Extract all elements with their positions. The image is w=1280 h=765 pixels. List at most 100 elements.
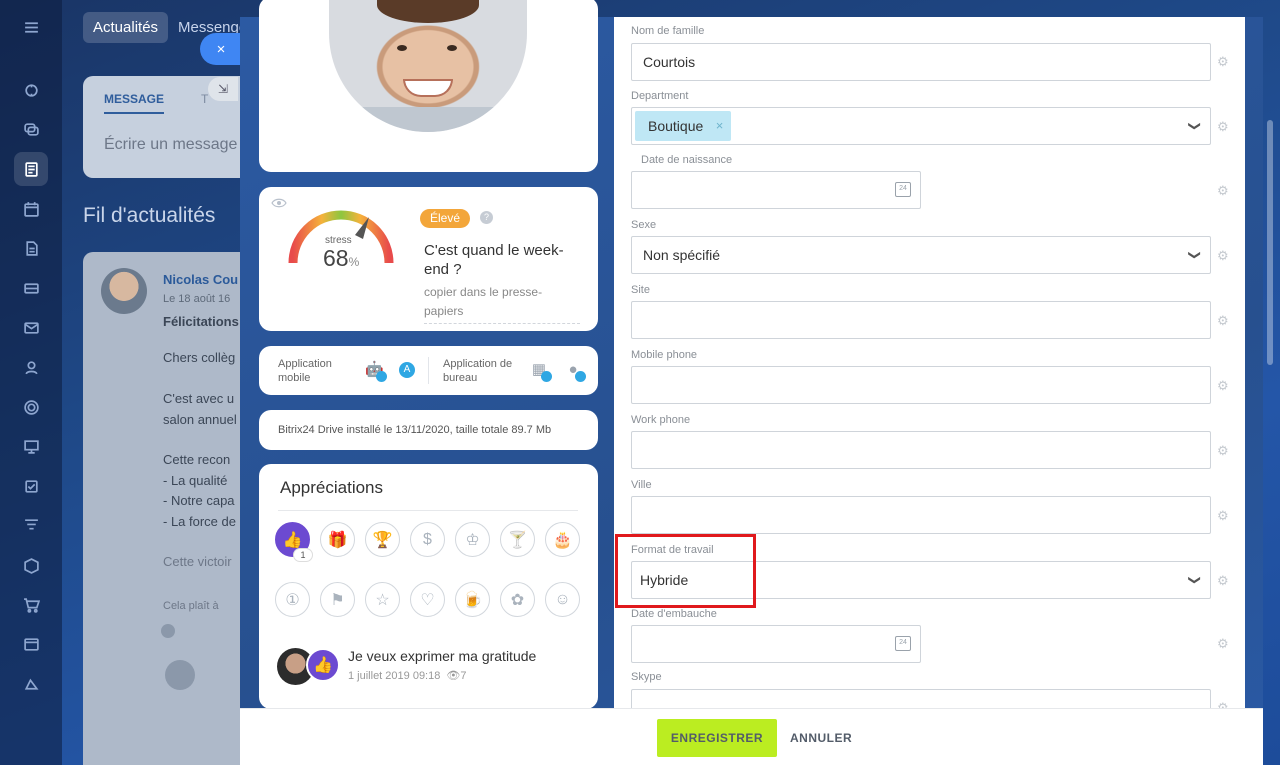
last-name-input[interactable]: Courtois <box>631 43 1211 81</box>
post-date: Le 18 août 16 <box>163 293 231 305</box>
flower-icon[interactable]: ✿ <box>500 582 535 617</box>
post-line: Cette recon <box>163 452 231 467</box>
scrollbar[interactable] <box>1267 120 1273 365</box>
field-label-site: Site <box>631 284 650 296</box>
download-badge-icon <box>575 371 586 382</box>
comment-avatar <box>165 660 195 690</box>
feed-icon[interactable] <box>14 152 48 186</box>
calendar-icon[interactable]: 24 <box>895 636 911 651</box>
cancel-button[interactable]: ANNULER <box>790 719 852 757</box>
box-icon[interactable] <box>14 548 48 582</box>
gender-select[interactable]: Non spécifié ❯ <box>631 236 1211 274</box>
post-headline: Félicitations <box>163 314 239 329</box>
gear-icon[interactable]: ⚙ <box>1217 701 1231 709</box>
field-label-gender: Sexe <box>631 219 657 231</box>
post-author[interactable]: Nicolas Cou <box>163 272 238 287</box>
field-label-city: Ville <box>631 479 652 491</box>
apps-card: Application mobile 🤖 A Application de bu… <box>259 346 598 395</box>
activity-icon[interactable] <box>14 73 48 107</box>
work-phone-input[interactable] <box>631 431 1211 469</box>
target-icon[interactable] <box>14 390 48 424</box>
cake-icon[interactable]: 🎂 <box>545 522 580 557</box>
gear-icon[interactable]: ⚙ <box>1217 314 1231 328</box>
left-navigation <box>0 0 62 765</box>
presentation-icon[interactable] <box>14 429 48 463</box>
desktop-app-label[interactable]: Application de bureau <box>443 357 523 385</box>
appstore-icon[interactable]: A <box>399 362 415 378</box>
feed-title: Fil d'actualités <box>83 204 216 227</box>
settings-icon[interactable] <box>14 667 48 701</box>
website-icon[interactable] <box>14 627 48 661</box>
smile-icon[interactable]: ☺ <box>545 582 580 617</box>
gear-icon[interactable]: ⚙ <box>1217 184 1231 198</box>
author-avatar[interactable] <box>101 268 147 314</box>
mobile-app-label[interactable]: Application mobile <box>278 357 358 385</box>
post-line: Chers collèg <box>163 350 236 365</box>
post-line: Cette victoir <box>163 554 232 569</box>
beer-icon[interactable]: 🍺 <box>455 582 490 617</box>
chevron-down-icon: ❯ <box>1187 120 1202 132</box>
department-tag[interactable]: Boutique × <box>635 111 732 141</box>
flag-icon[interactable]: ⚑ <box>320 582 355 617</box>
star-icon[interactable]: ☆ <box>365 582 400 617</box>
copy-to-clipboard-link[interactable]: copier dans le presse-papiers <box>424 283 580 324</box>
gear-icon[interactable]: ⚙ <box>1217 55 1231 69</box>
feed-post: Nicolas Cou Le 18 août 16 Félicitations … <box>83 252 263 765</box>
gift-icon[interactable]: 🎁 <box>320 522 355 557</box>
help-icon[interactable]: ? <box>480 211 493 224</box>
document-icon[interactable] <box>14 231 48 265</box>
form-footer: ENREGISTRER ANNULER <box>240 708 1263 765</box>
department-select[interactable]: Boutique × ❯ <box>631 107 1211 145</box>
profile-edit-slider: stress 68% Élevé ? C'est quand le week-e… <box>240 0 1263 765</box>
cocktail-icon[interactable]: 🍸 <box>500 522 535 557</box>
money-bag-icon[interactable]: $ <box>410 522 445 557</box>
gear-icon[interactable]: ⚙ <box>1217 120 1231 134</box>
highlight-box <box>615 534 756 608</box>
composer-tab-other[interactable]: T <box>201 92 208 106</box>
hire-date-input[interactable] <box>631 625 921 663</box>
mail-icon[interactable] <box>14 310 48 344</box>
close-icon: × <box>216 40 226 58</box>
gear-icon[interactable]: ⚙ <box>1217 444 1231 458</box>
skype-input[interactable] <box>631 689 1211 708</box>
birthdate-input[interactable] <box>631 171 921 209</box>
divider <box>428 357 429 384</box>
calendar-icon[interactable]: 24 <box>895 182 911 197</box>
gear-icon[interactable]: ⚙ <box>1217 249 1231 263</box>
post-likes[interactable]: Cela plaît à <box>163 600 219 612</box>
crown-icon[interactable]: ♔ <box>455 522 490 557</box>
post-line: salon annuel <box>163 412 237 427</box>
heart-icon[interactable]: ♡ <box>410 582 445 617</box>
appreciation-text[interactable]: Je veux exprimer ma gratitude <box>348 648 536 664</box>
contacts-icon[interactable] <box>14 350 48 384</box>
field-label-hire-date: Date d'embauche <box>631 608 717 620</box>
appreciations-title: Appréciations <box>280 478 384 497</box>
cart-icon[interactable] <box>14 588 48 622</box>
site-input[interactable] <box>631 301 1211 339</box>
appreciation-date: 1 juillet 2019 09:18 👁7 <box>348 670 467 682</box>
profile-photo[interactable] <box>329 0 527 132</box>
city-input[interactable] <box>631 496 1211 534</box>
gear-icon[interactable]: ⚙ <box>1217 637 1231 651</box>
remove-tag-icon[interactable]: × <box>716 111 724 141</box>
composer-placeholder[interactable]: Écrire un message <box>104 136 237 154</box>
chat-icon[interactable] <box>14 112 48 146</box>
number-one-icon[interactable]: ① <box>275 582 310 617</box>
filter-icon[interactable] <box>14 508 48 542</box>
gear-icon[interactable]: ⚙ <box>1217 379 1231 393</box>
tasks-icon[interactable] <box>14 469 48 503</box>
calendar-icon[interactable] <box>14 192 48 226</box>
trophy-icon[interactable]: 🏆 <box>365 522 400 557</box>
menu-icon[interactable] <box>14 10 48 44</box>
tab-news[interactable]: Actualités <box>83 12 169 43</box>
mobile-phone-input[interactable] <box>631 366 1211 404</box>
collapse-slider-button[interactable]: ⇲ <box>208 77 238 101</box>
drive-icon[interactable] <box>14 271 48 305</box>
stress-card: stress 68% Élevé ? C'est quand le week-e… <box>259 187 598 331</box>
save-button[interactable]: ENREGISTRER <box>657 719 777 757</box>
gear-icon[interactable]: ⚙ <box>1217 509 1231 523</box>
field-label-birthdate: Date de naissance <box>641 154 733 166</box>
gear-icon[interactable]: ⚙ <box>1217 574 1231 588</box>
close-slider-button[interactable]: × <box>200 33 242 65</box>
composer-tab-message[interactable]: MESSAGE <box>104 92 164 106</box>
